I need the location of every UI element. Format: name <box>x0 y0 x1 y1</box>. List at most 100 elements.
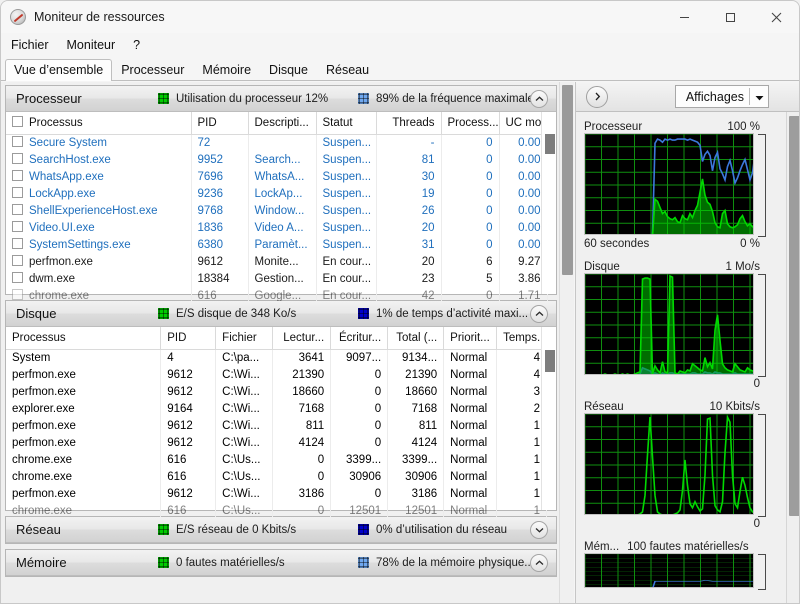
graph-panel-scrollbar[interactable] <box>786 112 799 603</box>
table-row[interactable]: Video.UI.exe 1836 Video A... Suspen... 20 0 0.… <box>6 219 548 236</box>
table-row[interactable]: System 4 C:\pa... 3641 9097... 9134... Normal 4 <box>6 349 547 366</box>
collapse-panel-icon[interactable] <box>586 85 608 108</box>
col-disk-fichier[interactable]: Fichier <box>215 327 274 350</box>
cell-disk-total: 3186 <box>387 485 445 502</box>
cell-cpu: 0 <box>441 185 500 202</box>
menu-help[interactable]: ? <box>133 38 140 52</box>
tab-vue-ensemble[interactable]: Vue d’ensemble <box>5 59 113 81</box>
cell-disk-read: 18660 <box>272 383 332 400</box>
views-button[interactable]: Affichages <box>674 85 769 108</box>
group-header-disque[interactable]: Disque E/S disque de 348 Ko/s 1% de temp… <box>6 301 556 327</box>
cell-process-name: Secure System <box>6 134 192 151</box>
disk-scroll-thumb[interactable] <box>545 350 555 372</box>
table-row[interactable]: explorer.exe 9164 C:\Wi... 7168 0 7168 Normal 2 <box>6 400 547 417</box>
cell-disk-file: C:\Us... <box>215 451 274 468</box>
col-processeur[interactable]: Process... <box>441 112 500 135</box>
disk-plot-svg <box>585 274 753 374</box>
cell-cpu-average: 0.00 <box>499 202 548 219</box>
table-row[interactable]: WhatsApp.exe 7696 WhatsA... Suspen... 30 0 0.0… <box>6 168 548 185</box>
col-disk-total[interactable]: Total (... <box>387 327 445 350</box>
col-disk-ecriture[interactable]: Écritur... <box>330 327 389 350</box>
col-threads[interactable]: Threads <box>376 112 442 135</box>
green-swatch-icon <box>158 308 169 319</box>
memory-mini-graph: Mém... 100 fautes matérielles/s <box>584 536 780 590</box>
menu-moniteur[interactable]: Moniteur <box>67 38 116 52</box>
network-plot <box>584 413 754 515</box>
group-header-memoire[interactable]: Mémoire 0 fautes matérielles/s 78% de la… <box>6 550 556 576</box>
row-checkbox[interactable] <box>12 272 23 283</box>
overview-scroll-thumb[interactable] <box>562 85 573 275</box>
cell-disk-process: perfmon.exe <box>6 366 162 383</box>
table-row[interactable]: LockApp.exe 9236 LockAp... Suspen... 19 0 0.00 <box>6 185 548 202</box>
collapse-toggle-memoire[interactable] <box>530 554 548 572</box>
cell-threads: 23 <box>376 270 442 287</box>
col-pid[interactable]: PID <box>191 112 249 135</box>
row-checkbox[interactable] <box>12 170 23 181</box>
processes-scroll-thumb[interactable] <box>545 134 555 154</box>
green-swatch-icon <box>158 93 169 104</box>
table-row[interactable]: dwm.exe 18384 Gestion... En cour... 23 5 3.86 <box>6 270 548 287</box>
col-uc-moyenne[interactable]: UC moy... <box>499 112 548 135</box>
disk-scrollbar[interactable] <box>541 327 556 510</box>
expand-toggle-reseau[interactable] <box>530 521 548 539</box>
table-row[interactable]: SystemSettings.exe 6380 Paramèt... Suspen..… <box>6 236 548 253</box>
chevron-down-icon[interactable] <box>755 90 764 104</box>
row-checkbox[interactable] <box>12 136 23 148</box>
row-checkbox[interactable] <box>12 289 23 300</box>
row-checkbox[interactable] <box>12 153 23 164</box>
col-description[interactable]: Descripti... <box>248 112 317 135</box>
col-statut[interactable]: Statut <box>316 112 377 135</box>
processor-graph-ymax: 100 % <box>727 121 760 133</box>
group-header-processeur[interactable]: Processeur Utilisation du processeur 12%… <box>6 86 556 112</box>
cell-cpu: 0 <box>441 168 500 185</box>
table-row[interactable]: perfmon.exe 9612 C:\Wi... 21390 0 21390 Normal… <box>6 366 547 383</box>
cell-disk-pid: 9612 <box>160 417 217 434</box>
minimize-button[interactable] <box>661 1 707 33</box>
row-checkbox[interactable] <box>12 255 23 266</box>
group-header-reseau[interactable]: Réseau E/S réseau de 0 Kbits/s 0% d’util… <box>6 517 556 543</box>
disk-table: Processus PID Fichier Lectur... Écritur.… <box>6 327 547 519</box>
cell-disk-process: perfmon.exe <box>6 417 162 434</box>
row-checkbox[interactable] <box>12 204 23 215</box>
disk-activity-text: 1% de temps d’activité maxi... <box>376 307 529 320</box>
cell-disk-pid: 9612 <box>160 434 217 451</box>
col-processus[interactable]: Processus <box>6 112 192 135</box>
tab-reseau[interactable]: Réseau <box>317 59 378 81</box>
network-axis-bracket <box>758 414 766 517</box>
col-disk-lecture[interactable]: Lectur... <box>272 327 332 350</box>
table-row[interactable]: SearchHost.exe 9952 Search... Suspen... 81 0 0… <box>6 151 548 168</box>
table-row[interactable]: chrome.exe 616 C:\Us... 0 3399... 3399... Norm… <box>6 451 547 468</box>
col-disk-priorite[interactable]: Priorit... <box>443 327 498 350</box>
select-all-checkbox[interactable] <box>12 116 23 128</box>
col-disk-processus[interactable]: Processus <box>6 327 162 350</box>
row-checkbox[interactable] <box>12 187 23 198</box>
maximize-button[interactable] <box>707 1 753 33</box>
row-checkbox[interactable] <box>12 238 23 249</box>
views-separator <box>749 88 750 105</box>
close-button[interactable] <box>753 1 799 33</box>
tab-disque[interactable]: Disque <box>260 59 317 81</box>
tab-memoire[interactable]: Mémoire <box>193 59 260 81</box>
cell-disk-time: 1 <box>496 417 547 434</box>
collapse-toggle-disque[interactable] <box>530 305 548 323</box>
col-disk-pid[interactable]: PID <box>160 327 217 350</box>
processes-scrollbar[interactable] <box>541 112 556 294</box>
table-row[interactable]: perfmon.exe 9612 C:\Wi... 18660 0 18660 Normal… <box>6 383 547 400</box>
table-row[interactable]: perfmon.exe 9612 C:\Wi... 811 0 811 Normal 1 <box>6 417 547 434</box>
table-row[interactable]: perfmon.exe 9612 C:\Wi... 3186 0 3186 Normal 1 <box>6 485 547 502</box>
graph-panel-scroll-thumb[interactable] <box>789 116 799 516</box>
table-row[interactable]: perfmon.exe 9612 Monite... En cour... 20 6 9.2… <box>6 253 548 270</box>
table-row[interactable]: ShellExperienceHost.exe 9768 Window... Susp… <box>6 202 548 219</box>
table-row[interactable]: Secure System 72 Suspen... -0 0.00 <box>6 134 548 151</box>
table-row[interactable]: chrome.exe 616 C:\Us... 0 30906 30906 Normal 1 <box>6 468 547 485</box>
tab-processeur[interactable]: Processeur <box>112 59 193 81</box>
col-disk-temps[interactable]: Temps... <box>496 327 547 350</box>
overview-panel-scrollbar[interactable] <box>559 82 574 603</box>
cell-pid: 1836 <box>191 219 249 236</box>
cell-cpu: 0 <box>441 134 500 151</box>
collapse-toggle-processeur[interactable] <box>530 90 548 108</box>
cell-cpu-average: 9.27 <box>499 253 548 270</box>
menu-fichier[interactable]: Fichier <box>11 38 49 52</box>
table-row[interactable]: perfmon.exe 9612 C:\Wi... 4124 0 4124 Normal 1 <box>6 434 547 451</box>
row-checkbox[interactable] <box>12 221 23 232</box>
